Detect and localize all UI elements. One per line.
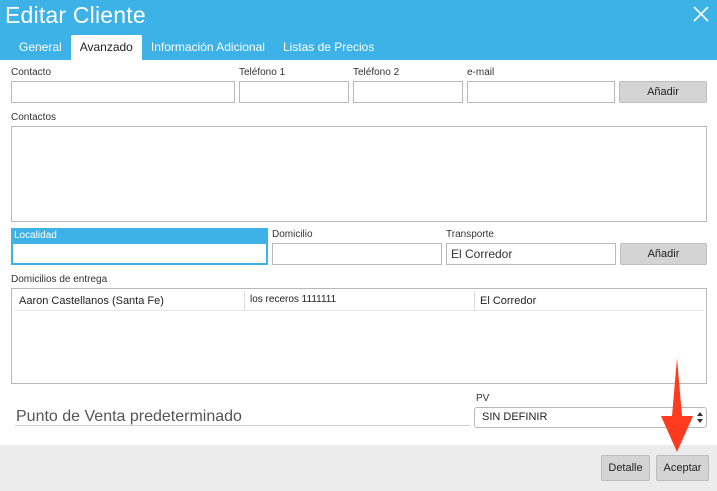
dialog-footer: Detalle Aceptar — [0, 445, 717, 491]
add-contact-button[interactable]: Añadir — [619, 81, 707, 103]
transporte-label: Transporte — [446, 229, 494, 240]
row-localidad: Aaron Castellanos (Santa Fe) — [19, 295, 164, 307]
tab-informacion-adicional[interactable]: Información Adicional — [142, 35, 274, 60]
localidad-input[interactable] — [11, 242, 268, 265]
add-address-button[interactable]: Añadir — [620, 243, 707, 265]
email-label: e-mail — [467, 67, 495, 78]
domicilios-label: Domicilios de entrega — [11, 274, 108, 285]
contactos-label: Contactos — [11, 112, 57, 123]
domicilio-input[interactable] — [272, 243, 442, 265]
contacto-label: Contacto — [11, 67, 52, 78]
detalle-button[interactable]: Detalle — [601, 455, 650, 481]
tab-avanzado[interactable]: Avanzado — [70, 35, 142, 60]
transporte-input[interactable] — [446, 243, 616, 265]
dialog-title: Editar Cliente — [5, 2, 146, 28]
domicilio-label: Domicilio — [272, 229, 313, 240]
telefono2-label: Teléfono 2 — [353, 67, 400, 78]
pv-selected-value: SIN DEFINIR — [482, 411, 548, 423]
pv-title: Punto de Venta predeterminado — [15, 406, 470, 426]
domicilios-table[interactable]: Aaron Castellanos (Santa Fe) los receros… — [11, 288, 707, 384]
telefono2-input[interactable] — [353, 81, 463, 103]
row-transporte: El Corredor — [474, 291, 706, 311]
contactos-list[interactable] — [11, 126, 707, 222]
tab-bar: General Avanzado Información Adicional L… — [10, 35, 383, 60]
telefono1-label: Teléfono 1 — [239, 67, 286, 78]
localidad-label: Localidad — [11, 228, 268, 242]
pv-label: PV — [476, 393, 490, 404]
aceptar-button[interactable]: Aceptar — [656, 455, 709, 481]
updown-arrows-icon — [696, 410, 704, 425]
contacto-input[interactable] — [11, 81, 235, 103]
row-domicilio: los receros 1111111 — [244, 291, 474, 311]
tab-general[interactable]: General — [10, 35, 71, 60]
email-input[interactable] — [467, 81, 615, 103]
pv-select[interactable]: SIN DEFINIR — [474, 407, 707, 428]
tab-listas-de-precios[interactable]: Listas de Precios — [274, 35, 383, 60]
close-icon[interactable] — [691, 4, 711, 24]
dialog-header: Editar Cliente General Avanzado Informac… — [0, 0, 717, 60]
telefono1-input[interactable] — [239, 81, 349, 103]
table-row[interactable]: Aaron Castellanos (Santa Fe) los receros… — [14, 291, 704, 311]
